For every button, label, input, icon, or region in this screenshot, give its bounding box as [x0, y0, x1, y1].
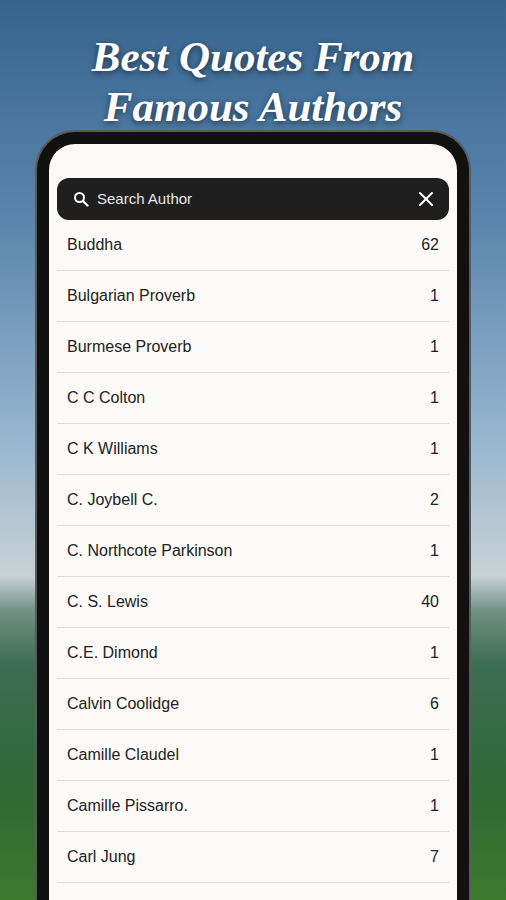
author-row[interactable]: C K Williams 1 [57, 424, 449, 475]
quote-count: 1 [430, 387, 439, 409]
author-name: Camille Claudel [67, 744, 179, 766]
author-row[interactable]: C.E. Dimond 1 [57, 628, 449, 679]
quote-count: 1 [430, 336, 439, 358]
author-row[interactable]: Calvin Coolidge 6 [57, 679, 449, 730]
author-name: C. Northcote Parkinson [67, 540, 232, 562]
author-row[interactable]: Camille Claudel 1 [57, 730, 449, 781]
author-row[interactable]: C. Northcote Parkinson 1 [57, 526, 449, 577]
quote-count: 1 [430, 438, 439, 460]
search-input[interactable] [97, 180, 409, 219]
author-name: C C Colton [67, 387, 145, 409]
author-name: C.E. Dimond [67, 642, 158, 664]
author-name: C. Joybell C. [67, 489, 158, 511]
author-list: Buddha62Bulgarian Proverb1Burmese Prover… [57, 220, 449, 883]
close-icon[interactable] [417, 190, 435, 208]
author-row[interactable]: Bulgarian Proverb 1 [57, 271, 449, 322]
quote-count: 1 [430, 795, 439, 817]
author-name: C K Williams [67, 438, 158, 460]
author-name: C. S. Lewis [67, 591, 148, 613]
author-row[interactable]: Burmese Proverb 1 [57, 322, 449, 373]
quote-count: 1 [430, 744, 439, 766]
promo-screen: Best Quotes FromFamous AuthorsBuddha62Bu… [0, 0, 506, 900]
author-row[interactable]: C. S. Lewis 40 [57, 577, 449, 628]
author-row[interactable]: C C Colton 1 [57, 373, 449, 424]
author-row[interactable]: Camille Pissarro. 1 [57, 781, 449, 832]
heading-line: Best Quotes From [92, 32, 415, 82]
quote-count: 1 [430, 540, 439, 562]
quote-count: 7 [430, 846, 439, 868]
author-name: Camille Pissarro. [67, 795, 188, 817]
quote-count: 1 [430, 285, 439, 307]
quote-count: 1 [430, 642, 439, 664]
phone-frame: Buddha62Bulgarian Proverb1Burmese Prover… [37, 132, 469, 900]
quote-count: 40 [421, 591, 439, 613]
quote-count: 2 [430, 489, 439, 511]
promo-heading: Best Quotes FromFamous Authors [92, 0, 415, 132]
author-name: Burmese Proverb [67, 336, 192, 358]
author-name: Carl Jung [67, 846, 135, 868]
author-name: Buddha [67, 234, 122, 256]
search-icon [73, 191, 89, 207]
author-row[interactable]: Carl Jung 7 [57, 832, 449, 883]
author-name: Bulgarian Proverb [67, 285, 195, 307]
author-row[interactable]: C. Joybell C. 2 [57, 475, 449, 526]
author-row[interactable]: Buddha 62 [57, 220, 449, 271]
heading-line: Famous Authors [92, 82, 415, 132]
author-name: Calvin Coolidge [67, 693, 179, 715]
quote-count: 6 [430, 693, 439, 715]
search-bar [57, 178, 449, 220]
quote-count: 62 [421, 234, 439, 256]
